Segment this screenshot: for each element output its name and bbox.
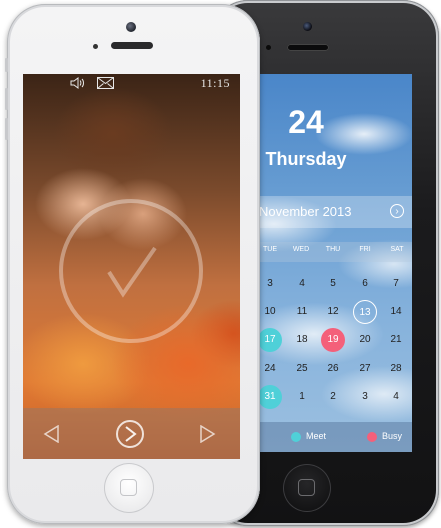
next-month-button[interactable]: ›: [390, 204, 404, 218]
next-arrow-icon[interactable]: [198, 425, 216, 443]
selected-day-number: 24: [288, 104, 324, 140]
prev-arrow-icon[interactable]: [43, 425, 61, 443]
front-camera: [126, 22, 136, 32]
calendar-day-cell[interactable]: 5: [321, 272, 345, 296]
weekday-label: SAT: [390, 246, 404, 253]
weekday-header: TUE WED THU FRI SAT: [254, 242, 412, 262]
busy-legend-label: Busy: [382, 431, 403, 441]
play-check-button[interactable]: [116, 420, 144, 448]
calendar-day-cell[interactable]: 14: [384, 300, 408, 324]
play-check-icon: [125, 426, 137, 442]
status-bar: 11:15: [23, 74, 240, 92]
calendar-day-cell[interactable]: 24: [258, 357, 282, 381]
front-camera: [303, 22, 312, 31]
calendar-day-cell[interactable]: 11: [290, 300, 314, 324]
meet-dot-icon: [291, 432, 301, 442]
calendar-day-cell[interactable]: 2: [321, 385, 345, 409]
earpiece-speaker: [111, 42, 153, 49]
calendar-day-cell[interactable]: 3: [353, 385, 377, 409]
calendar-day-cell[interactable]: 7: [384, 272, 408, 296]
earpiece-speaker: [287, 44, 329, 51]
weekday-label: THU: [325, 246, 341, 253]
calendar-day-cell[interactable]: 17: [258, 328, 282, 352]
lock-screen: 11:15: [23, 74, 240, 459]
calendar-day-cell[interactable]: 4: [384, 385, 408, 409]
calendar-day-cell[interactable]: 3: [258, 272, 282, 296]
calendar-day-cell[interactable]: 21: [384, 328, 408, 352]
clock-time: 11:15: [200, 76, 230, 90]
proximity-sensor: [266, 45, 271, 50]
volume-up-button[interactable]: [5, 88, 8, 110]
calendar-day-cell[interactable]: 20: [353, 328, 377, 352]
calendar-day-cell[interactable]: 26: [321, 357, 345, 381]
mute-switch[interactable]: [5, 58, 8, 72]
calendar-day-cell[interactable]: 31: [258, 385, 282, 409]
calendar-day-cell[interactable]: 6: [353, 272, 377, 296]
mail-icon[interactable]: [97, 77, 114, 89]
calendar-day-cell[interactable]: 12: [321, 300, 345, 324]
meet-legend-label: Meet: [306, 431, 327, 441]
calendar-day-cell[interactable]: 28: [384, 357, 408, 381]
volume-down-button[interactable]: [5, 118, 8, 140]
calendar-day-cell[interactable]: 19: [321, 328, 345, 352]
calendar-day-cell[interactable]: 13: [353, 300, 377, 324]
sound-icon[interactable]: [70, 77, 86, 89]
calendar-day-cell[interactable]: 1: [290, 385, 314, 409]
proximity-sensor: [93, 44, 98, 49]
checkmark-icon: [107, 246, 157, 298]
weekday-label: FRI: [359, 246, 371, 253]
selected-weekday: Thursday: [265, 149, 347, 169]
busy-dot-icon: [367, 432, 377, 442]
calendar-day-cell[interactable]: 18: [290, 328, 314, 352]
calendar-day-cell[interactable]: 25: [290, 357, 314, 381]
calendar-day-cell[interactable]: 27: [353, 357, 377, 381]
calendar-screen: 24 Thursday November 2013 › TUE WED THU …: [254, 74, 412, 452]
calendar-legend: Meet Busy: [254, 422, 412, 452]
calendar-day-cell[interactable]: 4: [290, 272, 314, 296]
calendar-day-cell[interactable]: 10: [258, 300, 282, 324]
month-label: November 2013: [259, 204, 352, 219]
chevron-right-icon: ›: [395, 206, 399, 217]
weekday-label: WED: [292, 246, 310, 253]
lock-control-bar: [23, 408, 240, 459]
month-bar: November 2013 ›: [254, 196, 412, 228]
home-square-icon: [120, 479, 137, 496]
home-square-icon: [298, 479, 315, 496]
